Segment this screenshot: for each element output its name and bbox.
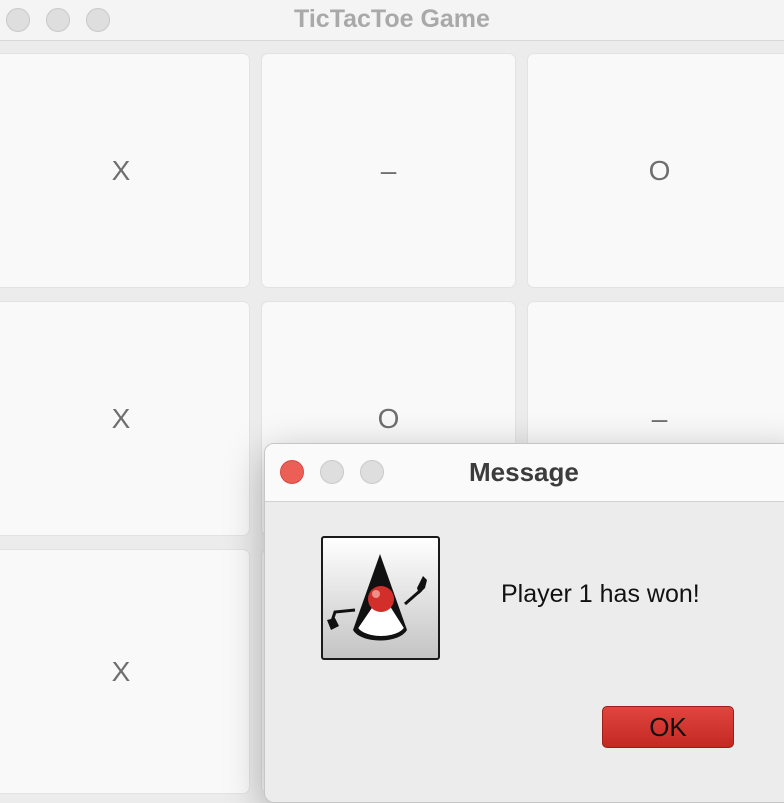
dialog-zoom-button <box>360 460 384 484</box>
message-dialog: Message Player 1 has won! OK <box>264 443 784 803</box>
board-cell-2[interactable]: – <box>261 53 516 288</box>
java-duke-icon <box>321 536 440 660</box>
board-cell-4[interactable]: X <box>0 301 250 536</box>
window-titlebar[interactable]: TicTacToe Game <box>0 0 784 41</box>
ok-button[interactable]: OK <box>602 706 734 748</box>
dialog-title: Message <box>469 457 579 487</box>
board-cell-3[interactable]: O <box>527 53 784 288</box>
dialog-message: Player 1 has won! <box>501 580 700 608</box>
dialog-close-button[interactable] <box>280 460 304 484</box>
board-cell-7[interactable]: X <box>0 549 250 794</box>
dialog-minimize-button <box>320 460 344 484</box>
board-cell-1[interactable]: X <box>0 53 250 288</box>
dialog-titlebar[interactable]: Message <box>265 444 784 502</box>
window-title: TicTacToe Game <box>294 5 490 33</box>
